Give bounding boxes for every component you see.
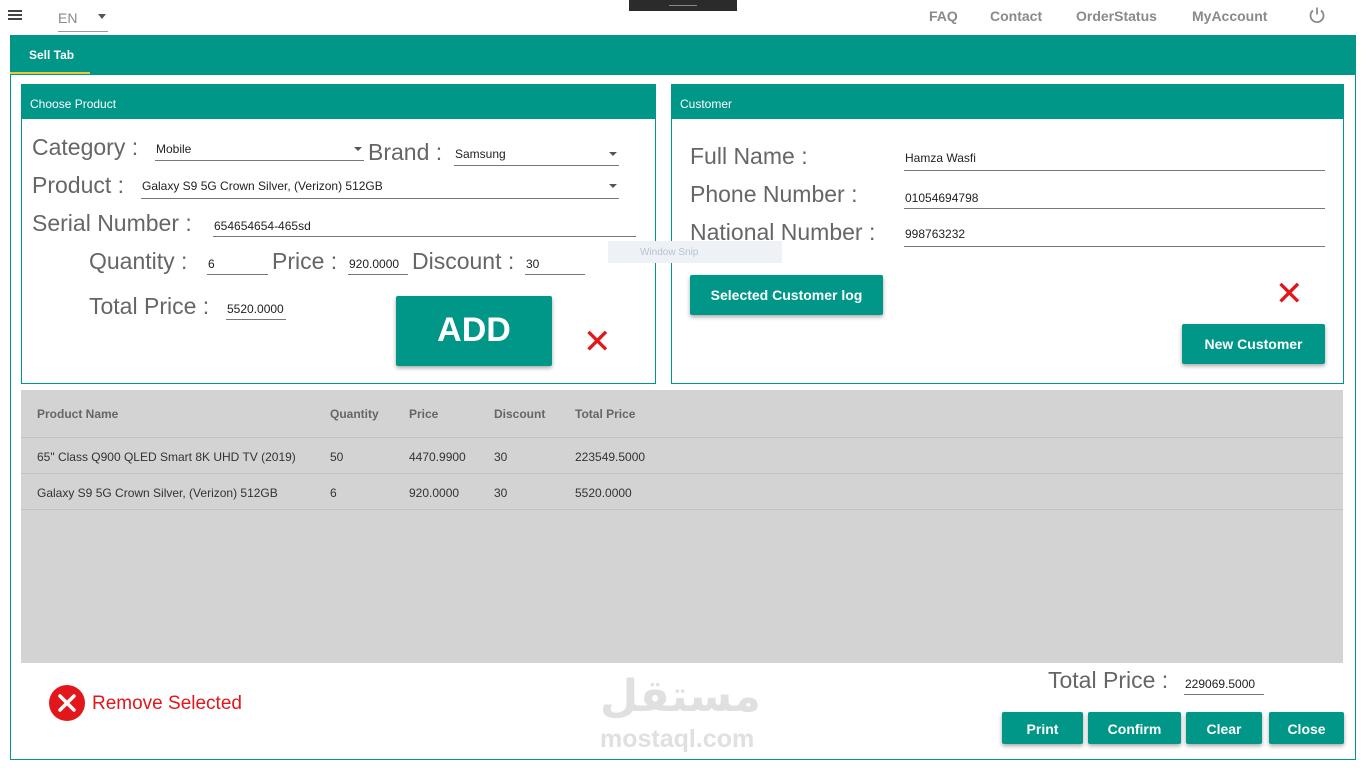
chevron-down-icon	[98, 14, 106, 19]
row-divider	[21, 509, 1343, 510]
full-name-label: Full Name :	[690, 143, 808, 169]
add-button[interactable]: ADD	[396, 296, 552, 366]
column-header-price[interactable]: Price	[409, 407, 438, 421]
close-x-icon[interactable]: ✕	[1275, 277, 1304, 311]
cell-discount: 30	[494, 486, 508, 500]
print-button[interactable]: Print	[1002, 712, 1083, 744]
remove-selected-button[interactable]: Remove Selected	[48, 684, 268, 722]
product-label: Product :	[32, 172, 125, 198]
grand-total-label: Total Price :	[1048, 667, 1169, 693]
product-value: Galaxy S9 5G Crown Silver, (Verizon) 512…	[142, 179, 383, 193]
choose-product-panel: Choose Product Category : Mobile Brand :…	[21, 84, 656, 384]
cell-quantity: 50	[330, 450, 344, 464]
category-dropdown[interactable]: Mobile	[155, 142, 364, 161]
brand-value: Samsung	[455, 147, 506, 161]
power-icon[interactable]	[1308, 6, 1326, 24]
nav-contact[interactable]: Contact	[990, 8, 1042, 24]
snip-overlay: Window Snip	[608, 241, 782, 263]
chevron-down-icon	[354, 147, 362, 151]
serial-number-input[interactable]: 654654654-465sd	[213, 219, 636, 237]
tab-sell[interactable]: Sell Tab	[10, 35, 90, 75]
nav-order-status[interactable]: OrderStatus	[1076, 8, 1157, 24]
language-select[interactable]: EN	[58, 8, 108, 32]
close-x-icon[interactable]: ✕	[583, 325, 612, 359]
category-value: Mobile	[156, 142, 192, 156]
watermark-latin: mostaql.com	[600, 725, 755, 753]
brand-dropdown[interactable]: Samsung	[454, 147, 619, 166]
confirm-button[interactable]: Confirm	[1088, 712, 1181, 744]
order-items-grid[interactable]: Product Name Quantity Price Discount Tot…	[21, 390, 1343, 663]
choose-product-title: Choose Product	[22, 85, 655, 119]
chevron-down-icon	[609, 152, 617, 156]
column-header-product-name[interactable]: Product Name	[37, 407, 118, 421]
hamburger-menu-icon[interactable]	[8, 10, 22, 22]
phone-number-label: Phone Number :	[690, 181, 858, 207]
category-label: Category :	[32, 134, 139, 160]
column-header-total-price[interactable]: Total Price	[575, 407, 635, 421]
cell-total-price: 223549.5000	[575, 450, 646, 464]
snip-toolbar	[629, 0, 737, 11]
price-input[interactable]: 920.0000	[348, 257, 408, 275]
nav-my-account[interactable]: MyAccount	[1192, 8, 1267, 24]
discount-input[interactable]: 30	[525, 257, 585, 275]
phone-number-input[interactable]: 01054694798	[904, 191, 1325, 209]
cell-discount: 30	[494, 450, 508, 464]
quantity-label: Quantity :	[89, 248, 188, 274]
nav-faq[interactable]: FAQ	[929, 8, 958, 24]
table-row[interactable]: Galaxy S9 5G Crown Silver, (Verizon) 512…	[21, 473, 1343, 509]
serial-number-label: Serial Number :	[32, 210, 192, 236]
customer-panel: Customer Full Name : Hamza Wasfi Phone N…	[671, 84, 1344, 384]
total-price-value: 5520.0000	[226, 302, 286, 320]
full-name-input[interactable]: Hamza Wasfi	[904, 151, 1325, 171]
cell-quantity: 6	[330, 486, 337, 500]
cell-price: 920.0000	[409, 486, 460, 500]
remove-circle-icon	[49, 685, 85, 721]
watermark-arabic: مستقل	[600, 671, 761, 722]
clear-button[interactable]: Clear	[1186, 712, 1262, 744]
new-customer-button[interactable]: New Customer	[1182, 324, 1325, 364]
grand-total-value: 229069.5000	[1184, 677, 1264, 695]
quantity-input[interactable]: 6	[207, 257, 268, 275]
national-number-input[interactable]: 998763232	[904, 227, 1325, 247]
column-header-quantity[interactable]: Quantity	[330, 407, 379, 421]
product-dropdown[interactable]: Galaxy S9 5G Crown Silver, (Verizon) 512…	[141, 179, 619, 199]
cell-total-price: 5520.0000	[575, 486, 632, 500]
remove-selected-label: Remove Selected	[92, 693, 242, 714]
table-row[interactable]: 65" Class Q900 QLED Smart 8K UHD TV (201…	[21, 437, 1343, 473]
selected-customer-log-button[interactable]: Selected Customer log	[690, 275, 883, 315]
total-price-label: Total Price :	[89, 293, 210, 319]
column-header-discount[interactable]: Discount	[494, 407, 545, 421]
brand-label: Brand :	[368, 139, 443, 165]
price-label: Price :	[272, 248, 338, 274]
close-button[interactable]: Close	[1269, 712, 1344, 744]
tab-strip	[10, 35, 1356, 75]
cell-product-name: Galaxy S9 5G Crown Silver, (Verizon) 512…	[37, 486, 278, 500]
discount-label: Discount :	[412, 248, 515, 274]
cell-price: 4470.9900	[409, 450, 466, 464]
chevron-down-icon	[609, 184, 617, 188]
language-value: EN	[58, 10, 78, 26]
customer-title: Customer	[672, 85, 1343, 119]
cell-product-name: 65" Class Q900 QLED Smart 8K UHD TV (201…	[37, 450, 296, 464]
